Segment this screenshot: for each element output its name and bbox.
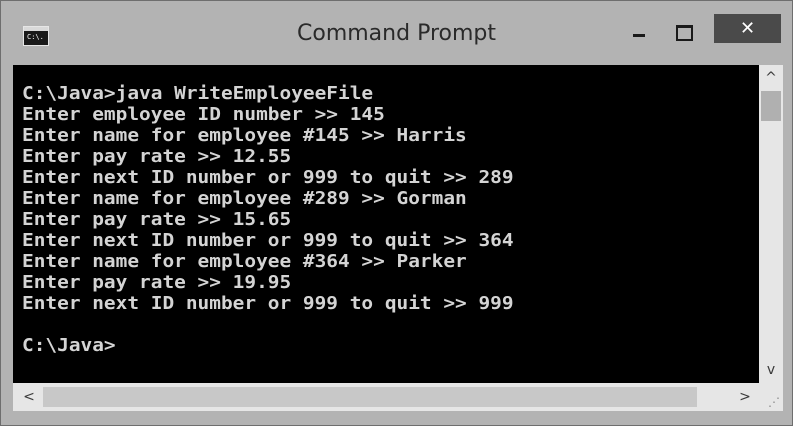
console-line: Enter name for employee #289 >> Gorman: [22, 188, 467, 209]
close-button[interactable]: ✕: [714, 14, 781, 43]
scroll-up-button[interactable]: ^: [759, 67, 783, 89]
console-line: Enter name for employee #364 >> Parker: [22, 251, 467, 272]
console-text-area: C:\Java>java WriteEmployeeFile Enter empl…: [22, 83, 514, 356]
scroll-down-button[interactable]: v: [759, 359, 783, 381]
vertical-scrollbar[interactable]: ^ v: [759, 65, 783, 383]
horizontal-scrollbar[interactable]: < >: [13, 383, 759, 411]
console-line: Enter employee ID number >> 145: [22, 104, 385, 125]
maximize-button[interactable]: [666, 19, 700, 45]
console-output[interactable]: C:\Java>java WriteEmployeeFile Enter empl…: [13, 65, 759, 383]
chevron-up-icon: ^: [765, 70, 777, 86]
vertical-scroll-thumb[interactable]: [761, 91, 781, 121]
chevron-left-icon: <: [23, 389, 35, 405]
close-icon: ✕: [739, 18, 756, 39]
console-line: Enter pay rate >> 12.55: [22, 146, 292, 167]
minimize-button[interactable]: [622, 19, 656, 45]
console-line: C:\Java>: [22, 335, 116, 356]
title-bar[interactable]: C:\. Command Prompt ✕: [1, 1, 792, 65]
resize-grip[interactable]: [759, 383, 783, 411]
horizontal-scroll-thumb[interactable]: [43, 387, 697, 407]
console-line: Enter next ID number or 999 to quit >> 2…: [22, 167, 514, 188]
console-line: Enter pay rate >> 15.65: [22, 209, 292, 230]
console-line: Enter name for employee #145 >> Harris: [22, 125, 467, 146]
scroll-left-button[interactable]: <: [19, 383, 39, 411]
chevron-down-icon: v: [766, 362, 776, 378]
console-line: C:\Java>java WriteEmployeeFile: [22, 83, 374, 104]
scroll-right-button[interactable]: >: [735, 383, 755, 411]
console-line: Enter next ID number or 999 to quit >> 3…: [22, 230, 514, 251]
chevron-right-icon: >: [739, 389, 751, 405]
command-prompt-window: C:\. Command Prompt ✕ C:\Java>java Write…: [0, 0, 793, 426]
console-line: Enter next ID number or 999 to quit >> 9…: [22, 293, 514, 314]
console-line: Enter pay rate >> 19.95: [22, 272, 292, 293]
